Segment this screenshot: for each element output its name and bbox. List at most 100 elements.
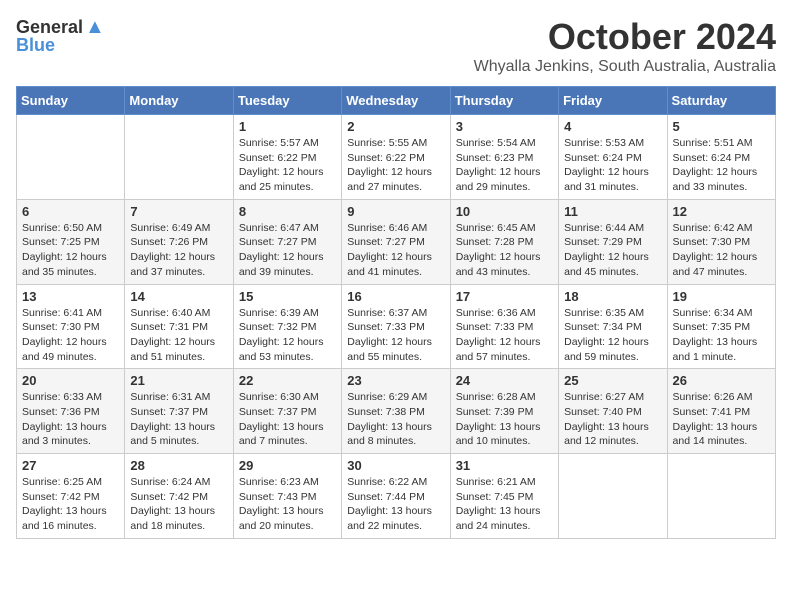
day-info-line: Daylight: 12 hours and 55 minutes.: [347, 336, 432, 363]
day-content: Sunrise: 6:42 AMSunset: 7:30 PMDaylight:…: [673, 221, 770, 280]
day-content: Sunrise: 6:26 AM Sunset: 7:41 PM Daylight:…: [673, 390, 770, 449]
day-info-line: Sunset: 7:33 PM: [456, 321, 534, 333]
day-content: Sunrise: 6:37 AMSunset: 7:33 PMDaylight:…: [347, 306, 444, 365]
day-info-line: Sunset: 7:41 PM: [673, 406, 751, 418]
calendar-cell: 30 Sunrise: 6:22 AMSunset: 7:44 PMDayligh…: [342, 454, 450, 539]
day-number: 6: [22, 204, 119, 219]
day-number: 14: [130, 289, 227, 304]
calendar-cell: 2 Sunrise: 5:55 AMSunset: 6:22 PMDaylight…: [342, 115, 450, 200]
day-info-line: Sunrise: 6:30 AM: [239, 391, 319, 403]
day-info-line: Sunrise: 5:57 AM: [239, 137, 319, 149]
day-info-line: Sunrise: 6:39 AM: [239, 307, 319, 319]
day-info-line: Daylight: 12 hours and 33 minutes.: [673, 166, 758, 193]
day-content: Sunrise: 6:31 AM Sunset: 7:37 PM Daylight:…: [130, 390, 227, 449]
day-info-line: Daylight: 13 hours and 16 minutes.: [22, 505, 107, 532]
day-info-line: Daylight: 13 hours and 8 minutes.: [347, 421, 432, 448]
day-content: Sunrise: 6:40 AMSunset: 7:31 PMDaylight:…: [130, 306, 227, 365]
day-number: 23: [347, 373, 444, 388]
day-info-line: Daylight: 13 hours and 12 minutes.: [564, 421, 649, 448]
day-number: 26: [673, 373, 770, 388]
day-content: Sunrise: 5:57 AMSunset: 6:22 PMDaylight:…: [239, 136, 336, 195]
calendar-cell: 13Sunrise: 6:41 AMSunset: 7:30 PMDayligh…: [17, 284, 125, 369]
calendar-cell: 4Sunrise: 5:53 AMSunset: 6:24 PMDaylight…: [559, 115, 667, 200]
day-info-line: Daylight: 13 hours and 10 minutes.: [456, 421, 541, 448]
calendar-week-5: 27Sunrise: 6:25 AMSunset: 7:42 PMDayligh…: [17, 454, 776, 539]
calendar-cell: 3Sunrise: 5:54 AMSunset: 6:23 PMDaylight…: [450, 115, 558, 200]
day-info-line: Sunset: 7:37 PM: [130, 406, 208, 418]
calendar-cell: 6Sunrise: 6:50 AMSunset: 7:25 PMDaylight…: [17, 199, 125, 284]
calendar-cell: 24Sunrise: 6:28 AMSunset: 7:39 PMDayligh…: [450, 369, 558, 454]
calendar-cell: 7Sunrise: 6:49 AMSunset: 7:26 PMDaylight…: [125, 199, 233, 284]
day-content: Sunrise: 6:29 AMSunset: 7:38 PMDaylight:…: [347, 390, 444, 449]
day-info-line: Daylight: 12 hours and 57 minutes.: [456, 336, 541, 363]
day-info-line: Sunset: 7:43 PM: [239, 491, 317, 503]
day-info-line: Sunrise: 6:45 AM: [456, 222, 536, 234]
day-info-line: Sunset: 7:30 PM: [673, 236, 751, 248]
calendar-cell: [125, 115, 233, 200]
day-info-line: Sunrise: 6:40 AM: [130, 307, 210, 319]
day-number: 9: [347, 204, 444, 219]
day-info-line: Sunrise: 6:35 AM: [564, 307, 644, 319]
day-info-line: Daylight: 12 hours and 45 minutes.: [564, 251, 649, 278]
header-monday: Monday: [125, 87, 233, 115]
day-content: Sunrise: 6:22 AMSunset: 7:44 PMDaylight:…: [347, 475, 444, 534]
calendar-cell: 15Sunrise: 6:39 AMSunset: 7:32 PMDayligh…: [233, 284, 341, 369]
calendar-cell: 26 Sunrise: 6:26 AM Sunset: 7:41 PM Dayligh…: [667, 369, 775, 454]
day-content: Sunrise: 6:47 AMSunset: 7:27 PMDaylight:…: [239, 221, 336, 280]
calendar-cell: 17Sunrise: 6:36 AMSunset: 7:33 PMDayligh…: [450, 284, 558, 369]
day-number: 16: [347, 289, 444, 304]
day-number: 2: [347, 119, 444, 134]
day-content: Sunrise: 6:46 AMSunset: 7:27 PMDaylight:…: [347, 221, 444, 280]
day-number: 20: [22, 373, 119, 388]
day-info-line: Sunrise: 6:49 AM: [130, 222, 210, 234]
calendar-cell: 11Sunrise: 6:44 AMSunset: 7:29 PMDayligh…: [559, 199, 667, 284]
calendar-header-row: SundayMondayTuesdayWednesdayThursdayFrid…: [17, 87, 776, 115]
day-info-line: Sunset: 6:23 PM: [456, 152, 534, 164]
calendar-cell: 16 Sunrise: 6:37 AMSunset: 7:33 PMDayligh…: [342, 284, 450, 369]
day-info-line: Sunset: 7:40 PM: [564, 406, 642, 418]
day-info-line: Sunset: 7:26 PM: [130, 236, 208, 248]
day-info-line: Sunset: 7:33 PM: [347, 321, 425, 333]
day-info-line: Sunrise: 6:26 AM: [673, 391, 753, 403]
day-number: 18: [564, 289, 661, 304]
page-header: General ▲ Blue October 2024 Whyalla Jenk…: [16, 16, 776, 76]
day-info-line: Daylight: 12 hours and 53 minutes.: [239, 336, 324, 363]
day-info-line: Sunrise: 6:31 AM: [130, 391, 210, 403]
calendar-cell: 31Sunrise: 6:21 AMSunset: 7:45 PMDayligh…: [450, 454, 558, 539]
title-block: October 2024 Whyalla Jenkins, South Aust…: [474, 16, 776, 76]
day-content: Sunrise: 6:41 AMSunset: 7:30 PMDaylight:…: [22, 306, 119, 365]
calendar-cell: 5Sunrise: 5:51 AMSunset: 6:24 PMDaylight…: [667, 115, 775, 200]
day-content: Sunrise: 5:55 AMSunset: 6:22 PMDaylight:…: [347, 136, 444, 195]
header-thursday: Thursday: [450, 87, 558, 115]
day-info-line: Daylight: 12 hours and 51 minutes.: [130, 336, 215, 363]
day-number: 5: [673, 119, 770, 134]
logo: General ▲ Blue: [16, 16, 105, 56]
day-number: 24: [456, 373, 553, 388]
day-content: Sunrise: 6:44 AMSunset: 7:29 PMDaylight:…: [564, 221, 661, 280]
day-number: 15: [239, 289, 336, 304]
day-content: Sunrise: 6:30 AMSunset: 7:37 PMDaylight:…: [239, 390, 336, 449]
day-info-line: Sunset: 7:36 PM: [22, 406, 100, 418]
day-info-line: Daylight: 13 hours and 14 minutes.: [673, 421, 758, 448]
day-info-line: Daylight: 12 hours and 35 minutes.: [22, 251, 107, 278]
day-info-line: Sunrise: 5:55 AM: [347, 137, 427, 149]
day-info-line: Sunset: 7:27 PM: [347, 236, 425, 248]
day-info-line: Daylight: 12 hours and 49 minutes.: [22, 336, 107, 363]
day-content: Sunrise: 6:35 AMSunset: 7:34 PMDaylight:…: [564, 306, 661, 365]
day-info-line: Daylight: 12 hours and 47 minutes.: [673, 251, 758, 278]
day-content: Sunrise: 6:49 AMSunset: 7:26 PMDaylight:…: [130, 221, 227, 280]
calendar-cell: 1Sunrise: 5:57 AMSunset: 6:22 PMDaylight…: [233, 115, 341, 200]
calendar-cell: [667, 454, 775, 539]
day-number: 31: [456, 458, 553, 473]
day-number: 3: [456, 119, 553, 134]
calendar-cell: 19Sunrise: 6:34 AMSunset: 7:35 PMDayligh…: [667, 284, 775, 369]
day-info-line: Daylight: 13 hours and 20 minutes.: [239, 505, 324, 532]
calendar-cell: 28Sunrise: 6:24 AMSunset: 7:42 PMDayligh…: [125, 454, 233, 539]
day-number: 30: [347, 458, 444, 473]
day-info-line: Sunset: 7:35 PM: [673, 321, 751, 333]
day-info-line: Sunset: 7:44 PM: [347, 491, 425, 503]
day-info-line: Daylight: 13 hours and 5 minutes.: [130, 421, 215, 448]
calendar-cell: 23 Sunrise: 6:29 AMSunset: 7:38 PMDayligh…: [342, 369, 450, 454]
day-info-line: Sunset: 7:34 PM: [564, 321, 642, 333]
day-info-line: Sunset: 6:24 PM: [564, 152, 642, 164]
